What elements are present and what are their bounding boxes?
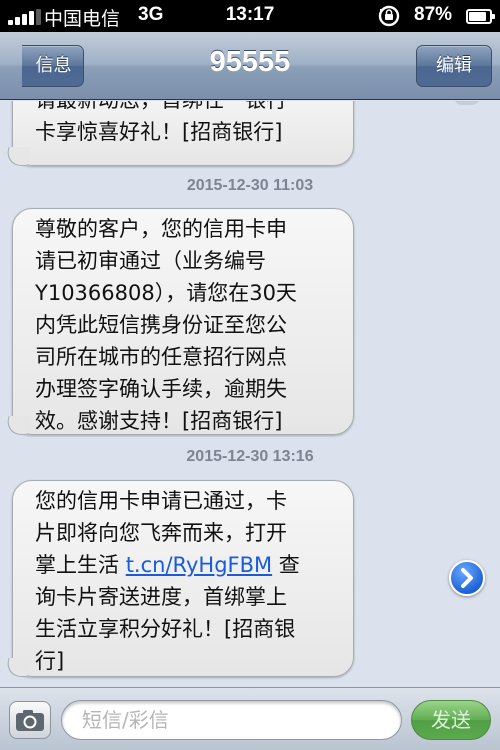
message-text: 查 xyxy=(272,553,300,577)
message-list[interactable]: 请最新动态，首绑任一银行 卡享惊喜好礼！[招商银行] 2015-12-30 11… xyxy=(0,101,500,687)
message-line: 效。感谢支持！[招商银行] xyxy=(35,409,283,433)
edit-button[interactable]: 编辑 xyxy=(416,45,492,87)
chevron-right-icon xyxy=(461,568,473,588)
scroll-indicator xyxy=(454,101,480,105)
message-line: 尊敬的客户，您的信用卡申 xyxy=(35,217,287,241)
message-line: 行] xyxy=(35,649,65,673)
message-line: 生活立享积分好礼！[招商银 xyxy=(35,617,296,641)
camera-button[interactable] xyxy=(9,701,51,739)
message-line: 办理签字确认手续，逾期失 xyxy=(35,377,287,401)
message-line: 请最新动态，首绑任一银行 xyxy=(35,101,335,116)
status-bar: 中国电信 3G 13:17 87% xyxy=(0,0,500,32)
message-line: 卡享惊喜好礼！[招商银行] xyxy=(35,120,283,144)
camera-icon xyxy=(16,710,44,731)
message-line: 片即将向您飞奔而来，打开 xyxy=(35,521,287,545)
compose-bar: 短信/彩信 发送 xyxy=(0,687,500,750)
forward-arrow-button[interactable] xyxy=(449,560,485,596)
message-line: 内凭此短信携身份证至您公 xyxy=(35,313,287,337)
navigation-bar: 信息 95555 编辑 xyxy=(0,32,500,100)
message-bubble[interactable]: 您的信用卡申请已通过，卡 片即将向您飞奔而来，打开 掌上生活 t.cn/RyHg… xyxy=(12,480,354,677)
message-text: 掌上生活 xyxy=(35,553,126,577)
message-line: 请已初审通过（业务编号 xyxy=(35,249,266,273)
rotation-lock-icon xyxy=(378,5,400,27)
message-line: Y10366808），请您在30天 xyxy=(35,281,297,305)
battery-percentage: 87% xyxy=(414,4,453,25)
back-button-label: 信息 xyxy=(35,55,72,76)
message-line: 询卡片寄送进度，首绑掌上 xyxy=(35,585,287,609)
battery-icon xyxy=(466,9,495,24)
message-line: 司所在城市的任意招行网点 xyxy=(35,345,287,369)
message-timestamp: 2015-12-30 11:03 xyxy=(186,177,314,194)
message-input[interactable]: 短信/彩信 xyxy=(61,700,402,740)
message-line-with-link: 掌上生活 t.cn/RyHgFBM 查 xyxy=(35,549,335,581)
message-bubble[interactable]: 请最新动态，首绑任一银行 卡享惊喜好礼！[招商银行] xyxy=(12,101,354,166)
message-line: 您的信用卡申请已通过，卡 xyxy=(35,489,287,513)
message-bubble[interactable]: 尊敬的客户，您的信用卡申 请已初审通过（业务编号 Y10366808），请您在3… xyxy=(12,208,354,435)
message-link[interactable]: t.cn/RyHgFBM xyxy=(126,553,272,577)
message-timestamp: 2015-12-30 13:16 xyxy=(186,448,314,465)
send-button[interactable]: 发送 xyxy=(411,700,491,740)
